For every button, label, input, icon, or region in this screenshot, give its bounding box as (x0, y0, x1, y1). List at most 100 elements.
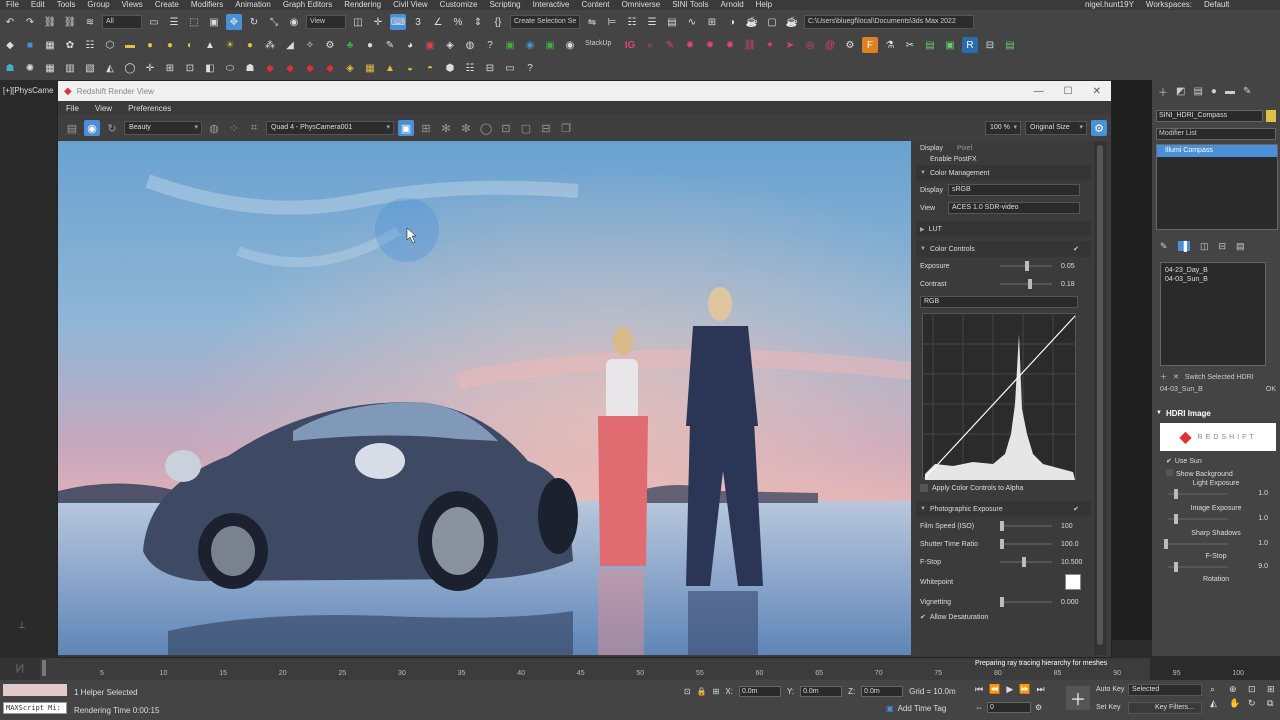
menu-graph-editors[interactable]: Graph Editors (283, 0, 332, 10)
tab-display[interactable]: Display (920, 145, 943, 152)
remove-modifier-icon[interactable]: ⊟ (1218, 241, 1226, 252)
tb3-icon-18[interactable]: ◓ (422, 60, 438, 76)
menu-edit[interactable]: Edit (31, 0, 45, 10)
sini-icon-23[interactable]: ◍ (462, 37, 478, 53)
menu-rendering[interactable]: Rendering (344, 0, 381, 10)
add-time-tag-button[interactable]: Add Time Tag (898, 704, 947, 713)
maximize-icon[interactable]: ☐ (1064, 86, 1073, 97)
tb3-icon-16[interactable]: ▲ (382, 60, 398, 76)
tb3-icon-19[interactable]: ⬢ (442, 60, 458, 76)
settings-gear-icon[interactable]: ⚙ (1091, 120, 1107, 136)
named-selection-sets-dropdown[interactable]: Create Selection Se (510, 15, 580, 29)
maximize-viewport-icon[interactable]: ⧉ (1267, 698, 1280, 709)
viewport-label[interactable]: [+][PhysCame (3, 86, 53, 95)
contrast-value[interactable]: 0.18 (1061, 281, 1091, 288)
snowflake-icon-2[interactable]: ✼ (458, 120, 474, 136)
help-circle-icon[interactable]: ? (482, 37, 498, 53)
place-icon[interactable]: ◉ (286, 14, 302, 30)
tb3-icon-7[interactable]: ◯ (122, 60, 138, 76)
pivot-icon[interactable]: ◫ (350, 14, 366, 30)
modify-tab-icon[interactable]: ◩ (1176, 86, 1185, 97)
size-mode-dropdown[interactable]: Original Size (1025, 121, 1087, 135)
brush-icon[interactable]: ✎ (662, 37, 678, 53)
rect-selection-icon[interactable]: ⬚ (186, 14, 202, 30)
link-icon-pink[interactable]: ⛓ (742, 37, 758, 53)
enable-postfx-row[interactable]: Enable PostFX (916, 155, 1091, 163)
contrast-slider[interactable] (1000, 279, 1052, 289)
gear-icon-2[interactable]: ✹ (702, 37, 718, 53)
selection-filter-dropdown[interactable]: All (102, 15, 142, 29)
shutter-knob[interactable] (1000, 539, 1004, 549)
sini-icon-15[interactable]: ✧ (302, 37, 318, 53)
hdri-list-item[interactable]: 04-03_Sun_B (1165, 276, 1261, 283)
help-icon[interactable]: ? (522, 60, 538, 76)
select-object-icon[interactable]: ▭ (146, 14, 162, 30)
material-editor-icon[interactable]: ◑ (724, 14, 740, 30)
set-key-big-icon[interactable]: ＋ (1066, 686, 1090, 710)
shutter-slider[interactable] (1000, 539, 1052, 549)
sharp-shadows-value[interactable]: 1.0 (1258, 540, 1268, 547)
color-controls-check-icon[interactable]: ✔ (1073, 245, 1079, 253)
sini-icon-24[interactable]: ▣ (502, 37, 518, 53)
exposure-slider-knob[interactable] (1024, 261, 1029, 271)
cp-fstop-value[interactable]: 9.0 (1258, 563, 1268, 570)
tb3-icon-6[interactable]: ◭ (102, 60, 118, 76)
sini-icon-19[interactable]: ✎ (382, 37, 398, 53)
menu-create[interactable]: Create (155, 0, 179, 10)
stackup-label[interactable]: StackUp (582, 38, 618, 52)
color-management-header[interactable]: ▼ Color Management (916, 165, 1091, 181)
tool-icon-f[interactable]: ▤ (1002, 37, 1018, 53)
minimize-icon[interactable]: — (1034, 86, 1044, 97)
tool-icon-c[interactable]: ▤ (922, 37, 938, 53)
unlink-icon[interactable]: ⛓ (62, 14, 78, 30)
percent-snap-icon[interactable]: % (450, 14, 466, 30)
sun-icon[interactable]: ☀ (222, 37, 238, 53)
ig-icon[interactable]: IG (622, 37, 638, 53)
lock-camera-icon[interactable]: ◍ (206, 120, 222, 136)
curve-histogram[interactable] (922, 313, 1077, 480)
configure-sets-icon[interactable]: ▤ (1236, 241, 1245, 252)
selection-lock-icon[interactable]: 🔒 (697, 687, 707, 696)
region-icon[interactable]: ⊡ (498, 120, 514, 136)
grid-overlay-icon[interactable]: ⁘ (226, 120, 242, 136)
desat-row[interactable]: ✔ Allow Desaturation (916, 611, 1091, 623)
key-selection-dropdown[interactable]: Selected (1128, 684, 1202, 696)
exposure-value[interactable]: 0.05 (1061, 263, 1091, 270)
render-icon[interactable]: ☕ (784, 14, 800, 30)
ok-button[interactable]: OK (1266, 386, 1276, 393)
timeline-mini-toggle[interactable]: ⏐⁄⏐ (0, 658, 40, 680)
image-exposure-slider[interactable] (1168, 513, 1228, 524)
photographic-check-icon[interactable]: ✔ (1073, 505, 1079, 513)
snaps-toggle-icon[interactable]: 3 (410, 14, 426, 30)
copy-icon[interactable]: ❐ (558, 120, 574, 136)
channel-dropdown[interactable]: RGB (920, 296, 1078, 308)
light-exposure-slider[interactable] (1168, 488, 1228, 499)
selected-hdri-field[interactable]: 04-03_Sun_B (1160, 386, 1266, 393)
gear-icon-1[interactable]: ✹ (682, 37, 698, 53)
spinner-snap-icon[interactable]: ⇕ (470, 14, 486, 30)
tb3-icon-8[interactable]: ✛ (142, 60, 158, 76)
select-move-icon[interactable]: ✥ (226, 14, 242, 30)
redshift-rv-icon[interactable]: ◆ (262, 60, 278, 76)
fstop-value[interactable]: 10.500 (1061, 559, 1091, 566)
view-dropdown[interactable]: ACES 1.0 SDR-video (948, 202, 1080, 214)
show-background-row[interactable]: Show Background (1166, 469, 1280, 478)
object-name-field[interactable]: SINI_HDRI_Compass (1156, 110, 1263, 122)
aov-dropdown[interactable]: Beauty (124, 121, 202, 135)
star-icon[interactable]: ✺ (22, 60, 38, 76)
save-icon[interactable]: ⊟ (538, 120, 554, 136)
display-dropdown[interactable]: sRGB (948, 184, 1080, 196)
window-crossing-icon[interactable]: ▣ (206, 14, 222, 30)
sini-icon-17[interactable]: ♣ (342, 37, 358, 53)
z-field[interactable]: 0.0m (861, 686, 904, 697)
vignetting-knob[interactable] (1000, 597, 1004, 607)
go-to-end-icon[interactable]: ⏭ (1036, 684, 1044, 695)
gear-icon-3[interactable]: ✹ (722, 37, 738, 53)
refresh-icon[interactable]: ↻ (104, 120, 120, 136)
hierarchy-tab-icon[interactable]: ▤ (1193, 86, 1202, 97)
redo-icon[interactable]: ↷ (22, 14, 38, 30)
sini-icon-2[interactable]: ■ (22, 37, 38, 53)
time-config-icon[interactable]: ⚙ (1035, 703, 1042, 712)
next-frame-icon[interactable]: ⏩ (1019, 684, 1030, 695)
forest-pack-icon[interactable]: F (862, 37, 878, 53)
